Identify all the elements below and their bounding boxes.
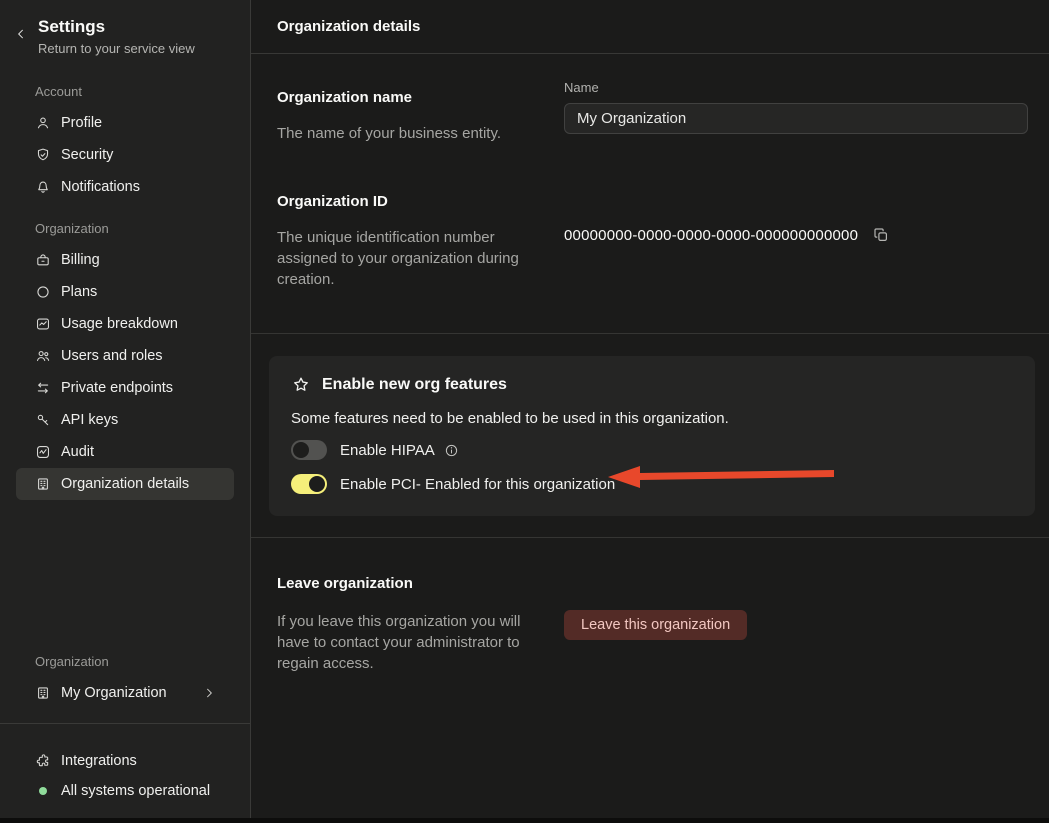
toggle-knob (293, 442, 309, 458)
sidebar-item-plans[interactable]: Plans (16, 276, 234, 308)
integrations-label: Integrations (61, 753, 137, 769)
bell-icon (35, 179, 51, 195)
sidebar-footer: Integrations All systems operational (0, 723, 250, 823)
sidebar-item-label: Notifications (61, 179, 140, 195)
circle-icon (35, 284, 51, 300)
sidebar-item-profile[interactable]: Profile (16, 107, 234, 139)
org-id-section: Organization ID The unique identificatio… (277, 193, 1028, 290)
integrations-link[interactable]: Integrations (16, 746, 234, 776)
building-icon (35, 476, 51, 492)
toggle-enable-pci-enabled-for-this-organization[interactable] (291, 474, 327, 494)
user-icon (35, 115, 51, 131)
toggle-enable-hipaa[interactable] (291, 440, 327, 460)
org-switcher-name: My Organization (61, 685, 167, 701)
sidebar-item-label: Plans (61, 284, 98, 300)
toggle-label: Enable HIPAA (340, 441, 435, 459)
org-name-section: Organization name The name of your busin… (277, 54, 1028, 144)
sidebar-item-usage-breakdown[interactable]: Usage breakdown (16, 308, 234, 340)
features-description: Some features need to be enabled to be u… (291, 410, 729, 427)
settings-page: Settings Return to your service view Acc… (0, 0, 1049, 823)
sidebar-item-organization-details[interactable]: Organization details (16, 468, 234, 500)
copy-button[interactable] (870, 224, 892, 246)
nav-section-label: Organization (35, 221, 109, 236)
leave-section: Leave organization If you leave this org… (277, 575, 1028, 674)
star-icon (291, 375, 311, 395)
sidebar-item-billing[interactable]: Billing (16, 244, 234, 276)
puzzle-icon (35, 753, 51, 769)
copy-icon (872, 226, 890, 244)
status-dot-icon (39, 787, 47, 795)
toggle-label: Enable PCI- Enabled for this organizatio… (340, 475, 616, 493)
info-icon[interactable] (444, 443, 459, 458)
features-panel: Enable new org features Some features ne… (269, 356, 1035, 516)
sidebar-title: Settings (38, 17, 106, 36)
chart-icon (35, 316, 51, 332)
org-name-title: Organization name (277, 89, 413, 106)
leave-organization-button[interactable]: Leave this organization (564, 610, 748, 640)
page-title: Organization details (277, 18, 421, 35)
building-icon (35, 685, 51, 701)
chevron-right-icon (202, 686, 216, 700)
section-divider (251, 333, 1049, 334)
org-name-input[interactable] (564, 103, 1028, 134)
sidebar-item-label: Usage breakdown (61, 316, 178, 332)
key-icon (35, 412, 51, 428)
settings-sidebar: Settings Return to your service view Acc… (0, 0, 251, 823)
main-header: Organization details (251, 0, 1049, 54)
section-divider (251, 537, 1049, 538)
org-switcher-section-label: Organization (35, 654, 109, 669)
shield-check-icon (35, 147, 51, 163)
sidebar-item-api-keys[interactable]: API keys (16, 404, 234, 436)
toggle-knob (309, 476, 325, 492)
org-id-value: 00000000-0000-0000-0000-000000000000 (564, 226, 859, 244)
sidebar-item-users-and-roles[interactable]: Users and roles (16, 340, 234, 372)
audit-icon (35, 444, 51, 460)
sidebar-header: Settings Return to your service view (0, 0, 250, 66)
org-switcher-block: Organization My Organization (0, 636, 250, 723)
toggle-row-enable-pci-enabled-for-this-organization: Enable PCI- Enabled for this organizatio… (291, 473, 1011, 495)
org-id-description: The unique identification number assigne… (277, 229, 519, 288)
leave-title: Leave organization (277, 575, 413, 592)
sidebar-item-security[interactable]: Security (16, 139, 234, 171)
users-icon (35, 348, 51, 364)
chevron-left-icon (14, 27, 28, 41)
org-id-title: Organization ID (277, 193, 388, 210)
swap-arrows-icon (35, 380, 51, 396)
sidebar-item-label: Organization details (61, 476, 190, 492)
sidebar-item-label: Security (61, 147, 114, 163)
window-bottom-strip (0, 818, 1049, 823)
system-status-label: All systems operational (61, 783, 211, 799)
sidebar-item-notifications[interactable]: Notifications (16, 171, 234, 203)
sidebar-item-private-endpoints[interactable]: Private endpoints (16, 372, 234, 404)
main-content: Organization details Organization name T… (251, 0, 1049, 823)
org-name-description: The name of your business entity. (277, 125, 502, 142)
sidebar-item-label: Billing (61, 252, 100, 268)
sidebar-item-label: Private endpoints (61, 380, 174, 396)
toggle-row-enable-hipaa: Enable HIPAA (291, 439, 1011, 461)
sidebar-subtitle: Return to your service view (38, 41, 195, 56)
back-button[interactable] (14, 17, 34, 41)
sidebar-nav: Account Profile Security Notifications Organ… (0, 66, 250, 500)
features-title: Enable new org features (322, 376, 507, 393)
sidebar-item-label: API keys (61, 412, 119, 428)
sidebar-item-label: Audit (61, 444, 95, 460)
sidebar-item-label: Profile (61, 115, 103, 131)
sidebar-item-label: Users and roles (61, 348, 163, 364)
leave-description: If you leave this organization you will … (277, 613, 521, 672)
billing-icon (35, 252, 51, 268)
nav-section-label: Account (35, 84, 82, 99)
sidebar-item-audit[interactable]: Audit (16, 436, 234, 468)
org-switcher[interactable]: My Organization (16, 677, 234, 709)
name-field-label: Name (564, 80, 599, 95)
system-status-link[interactable]: All systems operational (16, 776, 234, 806)
